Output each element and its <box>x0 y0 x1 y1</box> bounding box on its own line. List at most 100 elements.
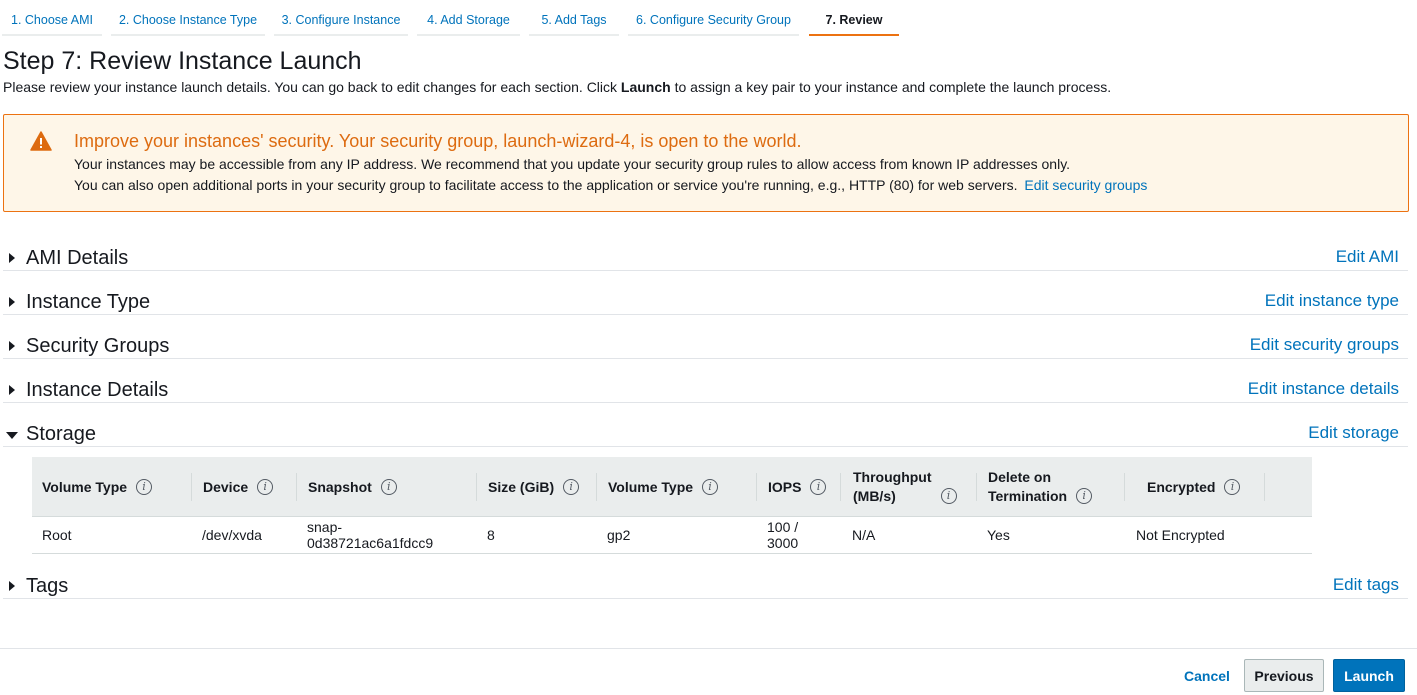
divider <box>3 270 1408 271</box>
section-ami-details[interactable]: AMI Details Edit AMI <box>3 247 1408 271</box>
caret-right-icon <box>9 341 15 351</box>
info-icon[interactable]: i <box>563 479 580 495</box>
divider <box>3 598 1408 599</box>
column-divider <box>756 473 757 501</box>
column-header-label: Encrypted <box>1147 478 1216 495</box>
step-configure-security-group[interactable]: 6. Configure Security Group <box>628 6 799 36</box>
section-title-tags[interactable]: Tags <box>26 575 68 598</box>
caret-right-icon <box>9 581 15 591</box>
section-instance-type[interactable]: Instance Type Edit instance type <box>3 291 1408 315</box>
step-add-storage[interactable]: 4. Add Storage <box>417 6 520 36</box>
launch-button[interactable]: Launch <box>1333 659 1405 692</box>
info-icon[interactable]: i <box>1076 488 1093 504</box>
cell-size: 8 <box>487 527 495 543</box>
step-add-tags[interactable]: 5. Add Tags <box>529 6 619 36</box>
section-title-instance-details[interactable]: Instance Details <box>26 379 168 402</box>
column-header: Size (GiB) i <box>488 457 580 517</box>
cell-snapshot-line: snap- <box>307 519 343 535</box>
cell-iops-text: 100 /3000 <box>767 519 798 551</box>
cell-delete-on-termination: Yes <box>987 527 1010 543</box>
divider <box>3 358 1408 359</box>
section-instance-details[interactable]: Instance Details Edit instance details <box>3 379 1408 403</box>
step-configure-instance[interactable]: 3. Configure Instance <box>274 6 408 36</box>
column-header: Throughput (MB/s) i <box>853 457 957 517</box>
security-warning-alert: Improve your instances' security. Your s… <box>3 114 1409 212</box>
cell-snapshot: snap- 0d38721ac6a1fdcc9 <box>307 517 433 553</box>
cell-iops-line: 3000 <box>767 535 799 551</box>
column-header-label-line: Delete on <box>988 469 1052 485</box>
table-row: Root /dev/xvda snap- 0d38721ac6a1fdcc9 8 … <box>32 517 1312 554</box>
column-header-label: Device <box>203 478 249 495</box>
column-divider <box>596 473 597 501</box>
caret-down-icon <box>6 432 18 439</box>
column-header-label: Size (GiB) <box>488 478 555 495</box>
column-header-label: Snapshot <box>308 478 372 495</box>
column-header: IOPS i <box>768 457 827 517</box>
column-header-label: Delete on Termination <box>988 468 1067 506</box>
section-title-instance-type[interactable]: Instance Type <box>26 291 150 314</box>
edit-security-groups-link[interactable]: Edit security groups <box>1250 335 1399 355</box>
section-title-storage[interactable]: Storage <box>26 423 96 446</box>
column-header-label: Volume Type <box>608 478 694 495</box>
cell-iops-line: 100 / <box>767 519 799 535</box>
column-header-label: Throughput (MB/s) <box>853 468 932 506</box>
divider <box>3 402 1408 403</box>
column-divider <box>191 473 192 501</box>
alert-title: Improve your instances' security. Your s… <box>74 131 802 151</box>
alert-line-1: Your instances may be accessible from an… <box>74 156 1071 172</box>
edit-storage-link[interactable]: Edit storage <box>1308 423 1399 443</box>
step-review[interactable]: 7. Review <box>809 6 899 36</box>
section-storage[interactable]: Storage Edit storage <box>3 423 1408 447</box>
edit-ami-link[interactable]: Edit AMI <box>1336 247 1399 267</box>
column-divider <box>840 473 841 501</box>
caret-right-icon <box>9 385 15 395</box>
column-header-label-line: (MB/s) <box>853 488 896 504</box>
wizard-step-nav: 1. Choose AMI 2. Choose Instance Type 3.… <box>0 0 1417 40</box>
divider <box>3 446 1408 447</box>
footer-divider <box>0 648 1417 649</box>
cancel-button[interactable]: Cancel <box>1176 662 1238 690</box>
info-icon[interactable]: i <box>380 479 397 495</box>
section-title-security-groups[interactable]: Security Groups <box>26 335 169 358</box>
column-header: Volume Type i <box>608 457 719 517</box>
column-divider <box>476 473 477 501</box>
section-title-ami[interactable]: AMI Details <box>26 247 128 270</box>
cell-throughput: N/A <box>852 527 876 543</box>
column-header: Snapshot i <box>308 457 397 517</box>
edit-instance-type-link[interactable]: Edit instance type <box>1265 291 1399 311</box>
cell-device: /dev/xvda <box>202 527 262 543</box>
cell-volume-type-2: gp2 <box>607 527 631 543</box>
page-description: Please review your instance launch detai… <box>3 79 1111 95</box>
info-icon[interactable]: i <box>810 479 827 495</box>
section-security-groups[interactable]: Security Groups Edit security groups <box>3 335 1408 359</box>
column-header: Volume Type i <box>42 457 153 517</box>
info-icon[interactable]: i <box>702 479 719 495</box>
info-icon[interactable]: i <box>1224 479 1241 495</box>
info-icon[interactable]: i <box>136 479 153 495</box>
section-tags[interactable]: Tags Edit tags <box>3 575 1408 599</box>
table-header: Volume Type i Device i Snapshot i Size (GiB… <box>32 457 1312 517</box>
column-divider <box>1264 473 1265 501</box>
step-choose-ami[interactable]: 1. Choose AMI <box>2 6 102 36</box>
previous-button[interactable]: Previous <box>1244 659 1324 692</box>
column-header-label-line: Termination <box>988 488 1068 504</box>
column-header: Delete on Termination i <box>988 457 1093 517</box>
cell-encrypted: Not Encrypted <box>1136 527 1225 543</box>
column-header: Device i <box>203 457 274 517</box>
edit-tags-link[interactable]: Edit tags <box>1333 575 1399 595</box>
step-choose-instance-type[interactable]: 2. Choose Instance Type <box>111 6 265 36</box>
cell-snapshot-text: snap- 0d38721ac6a1fdcc9 <box>307 519 433 551</box>
desc-launch-bold: Launch <box>620 79 671 95</box>
page-title: Step 7: Review Instance Launch <box>3 47 362 75</box>
cell-iops: 100 /3000 <box>767 517 798 553</box>
column-divider <box>296 473 297 501</box>
edit-instance-details-link[interactable]: Edit instance details <box>1248 379 1399 399</box>
caret-right-icon <box>9 253 15 263</box>
alert-edit-security-groups-link[interactable]: Edit security groups <box>1024 177 1147 193</box>
alert-line-2: You can also open additional ports in yo… <box>74 177 1147 193</box>
warning-icon <box>30 131 52 151</box>
info-icon[interactable]: i <box>257 479 274 495</box>
info-icon[interactable]: i <box>940 488 957 504</box>
cell-snapshot-line: 0d38721ac6a1fdcc9 <box>307 535 434 551</box>
column-divider <box>1124 473 1125 501</box>
